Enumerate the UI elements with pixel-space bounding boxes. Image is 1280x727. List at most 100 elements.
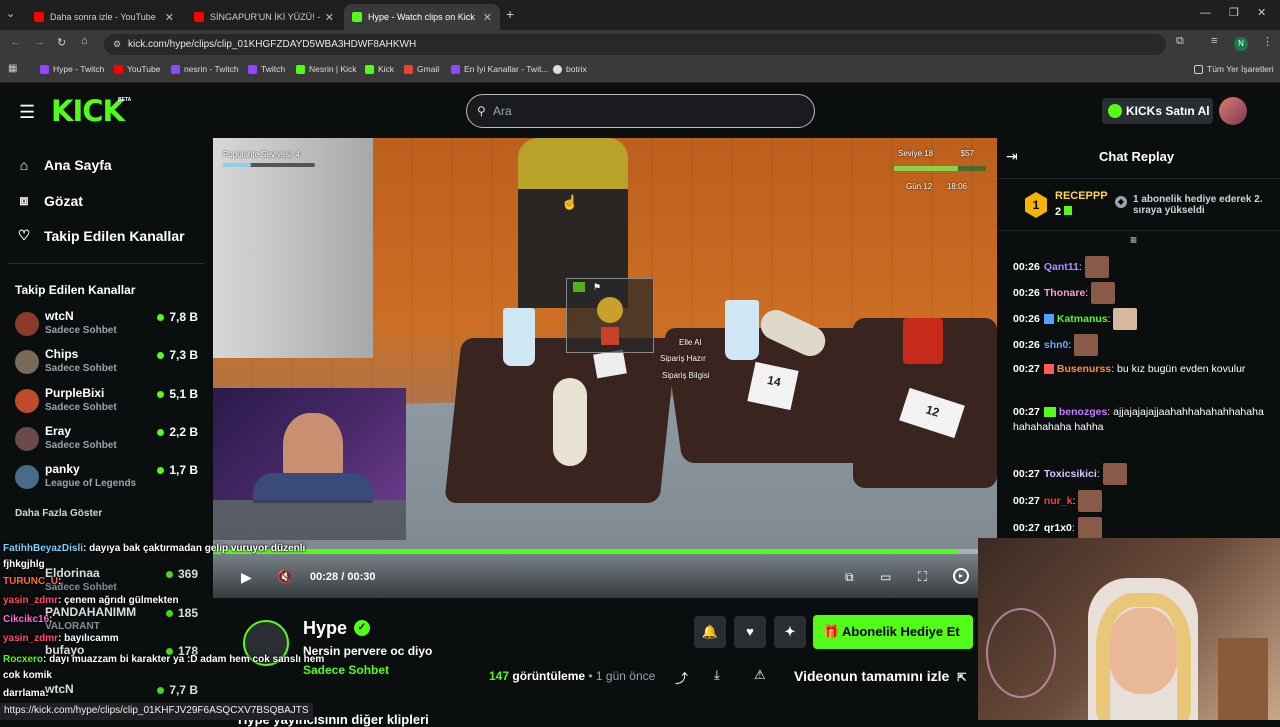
overlay-message: TURUNC_U: [3,576,62,587]
minimize-icon[interactable]: — [1200,7,1211,19]
overlay-message: yasin_zdmr: bayılıcamm [3,633,119,644]
tab-search-icon[interactable]: ⌄ [6,7,15,20]
bookmark-youtube[interactable]: YouTube [114,64,160,74]
share-icon[interactable]: ⤴ [675,668,688,687]
scene-fries [903,318,943,364]
scene-cup [503,308,535,366]
pip-icon[interactable]: ⧉ [845,570,854,585]
profile-avatar[interactable]: N [1234,37,1248,51]
address-bar[interactable]: ⚙ kick.com/hype/clips/clip_01KHGFZDAYD5W… [104,34,1166,55]
twitch-icon [248,64,257,74]
home-icon[interactable]: ⌂ [81,35,88,47]
view-count: 147 görüntüleme • 1 gün önce [489,669,656,683]
viewer-count: 2,2 B [157,425,198,439]
bookmark-en-iyi-kanallar[interactable]: En İyi Kanallar - Twit... [451,64,548,74]
live-dot-icon [157,314,165,321]
overlay-message: FatihhBeyazDisli: dayıya bak çaktırmadan… [3,543,306,570]
bookmark-hype-twitch[interactable]: Hype - Twitch [40,64,104,74]
reload-icon[interactable]: ↻ [57,36,66,49]
watch-full-video-button[interactable]: Videonun tamamını izle ⇱ [784,660,974,692]
bookmark-nesrin-twitch[interactable]: nesrin - Twitch [171,64,239,74]
hamburger-menu-icon[interactable]: ☰ [19,102,35,123]
cursor-hand-icon: ☝ [561,194,579,210]
report-icon[interactable]: ⚠ [754,667,766,683]
channel-eray[interactable]: Eray Sadece Sohbet 2,2 B [15,424,203,460]
follow-heart-icon[interactable]: ♥ [734,616,766,648]
bookmark-nesrin-kick[interactable]: Nesrin | Kick [296,64,357,74]
media-control-icon[interactable]: ≡ [1211,35,1217,47]
scene-cup [725,300,759,360]
buy-kicks-button[interactable]: KICKs Satın Al [1102,98,1213,124]
chat-message: 00:27 benozges: ajjajajajajjaahahhahahahh… [1013,406,1264,433]
theater-mode-icon[interactable]: ▭ [880,570,891,584]
sub-badge-icon [1043,314,1054,324]
chat-message: 00:26 Thonare: [1013,282,1265,304]
menu-dots-icon[interactable]: ⋮ [1262,35,1273,48]
viewer-count: 5,1 B [157,387,198,401]
site-info-icon[interactable]: ⚙ [113,34,121,55]
kick-logo[interactable]: KICK [51,94,125,128]
youtube-icon [114,64,123,74]
prompt-order-info: Sipariş Bilgisi [662,371,710,380]
channel-purplebixi[interactable]: PurpleBixi Sadece Sohbet 5,1 B [15,386,203,422]
maximize-icon[interactable]: ❐ [1229,6,1239,19]
show-more-link[interactable]: Daha Fazla Göster [15,508,102,519]
prompt-pick-up: Elle Al [679,338,702,347]
download-icon[interactable]: ⤓ [714,667,720,683]
bookmark-botrix[interactable]: botrix [553,64,587,74]
forward-icon[interactable]: → [34,36,45,48]
close-window-icon[interactable]: ✕ [1257,6,1266,19]
gift-icon: 🎁 [823,624,840,639]
collapse-chat-icon[interactable]: ⇥ [1006,148,1018,165]
bookmark-twitch[interactable]: Twitch [248,64,285,74]
chat-title: Chat Replay [1099,149,1175,164]
channel-wtcn[interactable]: wtcN Sadece Sohbet 7,8 B [15,309,203,345]
embedded-chat [213,500,406,540]
nav-following[interactable]: ♡ Takip Edilen Kanallar [16,227,185,244]
avatar [15,350,39,374]
bookmark-kick[interactable]: Kick [365,64,394,74]
close-tab-icon[interactable]: ✕ [325,11,334,24]
video-player[interactable]: 14 12 Popülarite Seviyesi: 4 Seviye 18 $… [213,138,997,598]
burger-icon [597,297,623,323]
tab-youtube-singapur[interactable]: SİNGAPUR'UN İKİ YÜZÜ! - YouT ✕ [186,4,342,30]
notification-bell-icon[interactable]: 🔔 [694,616,726,648]
divider [8,263,204,264]
sparkle-icon[interactable]: ✦ [774,616,806,648]
channel-chips[interactable]: Chips Sadece Sohbet 7,3 B [15,347,203,383]
bookmark-gmail[interactable]: Gmail [404,64,439,74]
all-bookmarks[interactable]: Tüm Yer İşaretleri [1194,64,1274,74]
overlay-message: darrlama: [3,688,49,699]
fullscreen-icon[interactable]: ⛶ [918,569,927,585]
streamer-shirt [253,473,373,503]
user-avatar[interactable] [1219,97,1247,125]
apps-grid-icon[interactable]: ▦ [8,63,17,74]
sub-badge-icon [1043,364,1054,375]
channel-panky[interactable]: panky League of Legends 1,7 B [15,462,203,498]
search-input[interactable]: ⚲ Ara [466,94,815,128]
emote-image [1113,308,1138,330]
menu-item-icon [573,282,585,292]
chat-filter-icon[interactable]: ≡ [1130,233,1137,247]
streamer-webcam-overlay [978,538,1280,720]
close-tab-icon[interactable]: ✕ [483,11,492,24]
settings-icon[interactable]: ▸ [953,568,969,584]
browser-tab-bar: ⌄ Daha sonra izle - YouTube ✕ SİNGAPUR'U… [0,0,1280,30]
divider [997,178,1280,179]
followed-section-title: Takip Edilen Kanallar [15,283,136,297]
nav-home[interactable]: ⌂ Ana Sayfa [16,157,112,173]
extensions-icon[interactable]: ⧉ [1176,35,1184,48]
close-tab-icon[interactable]: ✕ [165,11,174,24]
new-tab-icon[interactable]: + [506,6,514,22]
tab-youtube-watch-later[interactable]: Daha sonra izle - YouTube ✕ [26,4,182,30]
youtube-icon [194,12,204,22]
heart-icon: ♡ [17,227,31,243]
folder-icon [1194,64,1203,74]
back-icon[interactable]: ← [10,36,21,48]
nav-browse[interactable]: ⧈ Gözat [16,192,83,209]
viewer-count: 7,3 B [157,348,198,362]
viewer-count: 1,7 B [157,463,198,477]
gift-subscription-button[interactable]: 🎁 Abonelik Hediye Et [813,615,973,649]
tab-kick-hype[interactable]: Hype - Watch clips on Kick ✕ [344,4,500,30]
emote-image [1078,490,1103,512]
